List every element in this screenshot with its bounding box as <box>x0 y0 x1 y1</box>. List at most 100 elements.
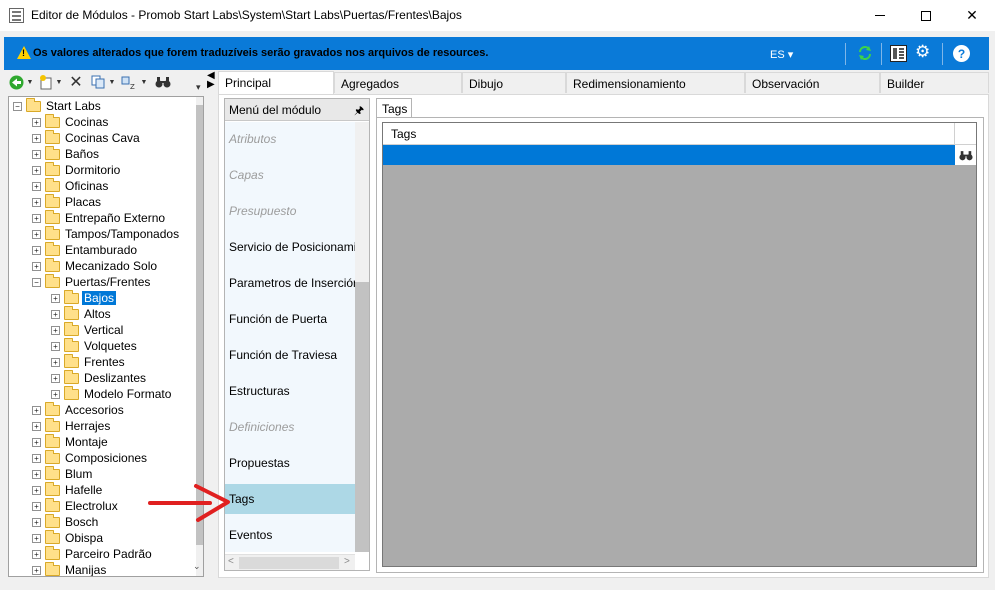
tree-item-label[interactable]: Placas <box>63 195 103 209</box>
tree-child-item[interactable]: + Volquetes <box>51 337 139 354</box>
expand-icon[interactable]: + <box>32 133 41 143</box>
tree-item-label[interactable]: Deslizantes <box>82 371 148 385</box>
expand-icon[interactable]: + <box>32 549 41 559</box>
tree-child-item[interactable]: + Altos <box>51 305 113 322</box>
copy-dropdown-icon[interactable]: ▼ <box>108 74 116 90</box>
expand-icon[interactable]: + <box>32 229 41 239</box>
expand-icon[interactable]: + <box>51 325 60 335</box>
menu-scrollbar-thumb[interactable] <box>355 282 369 552</box>
tree-item[interactable]: + Entrepaño Externo <box>32 209 167 226</box>
tree-item-label[interactable]: Entamburado <box>63 243 139 257</box>
binoculars-icon[interactable] <box>955 145 976 165</box>
tree-root-item[interactable]: − Start Labs <box>13 97 103 114</box>
tree-item[interactable]: + Accesorios <box>32 401 126 418</box>
menu-item-servicio-de-posicionamiento[interactable]: Servicio de Posicionamiento <box>225 232 355 262</box>
tree-item-label[interactable]: Hafelle <box>63 483 104 497</box>
expand-icon[interactable]: + <box>51 373 60 383</box>
tree-item-label[interactable]: Baños <box>63 147 101 161</box>
tree-item-label[interactable]: Entrepaño Externo <box>63 211 167 225</box>
tab-principal[interactable]: Principal <box>218 71 334 94</box>
tree-item[interactable]: − Puertas/Frentes <box>32 273 152 290</box>
expand-icon[interactable]: + <box>32 517 41 527</box>
copy-icon[interactable] <box>90 74 106 90</box>
tree-item-label[interactable]: Cocinas Cava <box>63 131 142 145</box>
tree-item[interactable]: + Blum <box>32 465 94 482</box>
tree-item[interactable]: + Dormitorio <box>32 161 122 178</box>
tree-item-label[interactable]: Accesorios <box>63 403 126 417</box>
tree-item[interactable]: + Mecanizado Solo <box>32 257 159 274</box>
expand-icon[interactable]: + <box>51 357 60 367</box>
tree-item-label[interactable]: Volquetes <box>82 339 139 353</box>
expand-icon[interactable]: + <box>32 149 41 159</box>
tree-child-item[interactable]: + Deslizantes <box>51 369 148 386</box>
menu-item-propuestas[interactable]: Propuestas <box>225 448 355 478</box>
tree-item-label[interactable]: Herrajes <box>63 419 112 433</box>
language-select[interactable]: ES ▾ <box>770 48 793 61</box>
tree-item[interactable]: + Hafelle <box>32 481 104 498</box>
tree-item-label[interactable]: Parceiro Padrão <box>63 547 154 561</box>
expand-icon[interactable]: + <box>32 213 41 223</box>
layout-icon[interactable] <box>890 45 907 62</box>
expand-icon[interactable]: + <box>32 405 41 415</box>
tree-item-label[interactable]: Cocinas <box>63 115 110 129</box>
new-dropdown-icon[interactable]: ▼ <box>55 74 63 90</box>
tree-item[interactable]: + Oficinas <box>32 177 110 194</box>
tree-item[interactable]: + Tampos/Tamponados <box>32 225 181 242</box>
menu-horizontal-thumb[interactable] <box>239 557 339 569</box>
find-icon[interactable] <box>154 74 172 90</box>
tree-item-label[interactable]: Start Labs <box>44 99 103 113</box>
expand-icon[interactable]: + <box>32 453 41 463</box>
tree-item[interactable]: + Composiciones <box>32 449 149 466</box>
tags-grid-row[interactable] <box>383 145 955 165</box>
tree-item-label[interactable]: Electrolux <box>63 499 120 513</box>
tree-child-item[interactable]: + Vertical <box>51 321 125 338</box>
tree-item-label[interactable]: Tampos/Tamponados <box>63 227 181 241</box>
back-icon[interactable] <box>8 74 24 90</box>
expand-icon[interactable]: + <box>32 261 41 271</box>
tree-item[interactable]: + Obispa <box>32 529 105 546</box>
expand-icon[interactable]: + <box>32 469 41 479</box>
tab-builder[interactable]: Builder <box>880 72 989 93</box>
tree-item-label[interactable]: Oficinas <box>63 179 110 193</box>
tree-child-item[interactable]: + Frentes <box>51 353 127 370</box>
tab-redimensionamiento[interactable]: Redimensionamiento <box>566 72 745 93</box>
expand-icon[interactable]: + <box>51 389 60 399</box>
new-item-icon[interactable] <box>38 74 54 90</box>
tree-item[interactable]: + Entamburado <box>32 241 139 258</box>
menu-item-funcion-de-traviesa[interactable]: Función de Traviesa <box>225 340 355 370</box>
menu-item-eventos[interactable]: Eventos <box>225 520 355 550</box>
tree-item-label[interactable]: Vertical <box>82 323 125 337</box>
toolbar-overflow-icon[interactable]: ▾ <box>196 82 201 93</box>
menu-scrollbar[interactable] <box>355 122 369 552</box>
expand-icon[interactable]: + <box>51 341 60 351</box>
settings-icon[interactable]: ⚙ <box>915 43 930 60</box>
expand-icon[interactable]: + <box>51 293 60 303</box>
tree-item-label[interactable]: Puertas/Frentes <box>63 275 152 289</box>
tree-item[interactable]: + Montaje <box>32 433 110 450</box>
tree-item-label[interactable]: Bosch <box>63 515 100 529</box>
expand-icon[interactable]: + <box>32 565 41 575</box>
tree-item-label[interactable]: Mecanizado Solo <box>63 259 159 273</box>
sort-dropdown-icon[interactable]: ▼ <box>140 74 148 90</box>
tree-item-label[interactable]: Frentes <box>82 355 127 369</box>
expand-icon[interactable]: + <box>32 485 41 495</box>
tree-item[interactable]: + Herrajes <box>32 417 112 434</box>
close-button[interactable]: ✕ <box>949 0 995 31</box>
tree-item[interactable]: + Cocinas Cava <box>32 129 142 146</box>
tree-item[interactable]: + Manijas <box>32 561 108 576</box>
menu-item-parametros-de-insercion[interactable]: Parametros de Inserción <box>225 268 355 298</box>
tree-item-label[interactable]: Montaje <box>63 435 110 449</box>
help-icon[interactable]: ? <box>953 45 970 62</box>
tree-item-label[interactable]: Composiciones <box>63 451 149 465</box>
scroll-right-icon[interactable]: > <box>344 556 350 567</box>
tree-item[interactable]: + Placas <box>32 193 103 210</box>
tree-item-label[interactable]: Modelo Formato <box>82 387 173 401</box>
tree-item-label[interactable]: Altos <box>82 307 113 321</box>
tree-item-label[interactable]: Manijas <box>63 563 108 576</box>
expand-icon[interactable]: + <box>32 421 41 431</box>
menu-horizontal-scrollbar[interactable]: < > <box>225 554 355 570</box>
menu-item-funcion-de-puerta[interactable]: Función de Puerta <box>225 304 355 334</box>
tree-item-label[interactable]: Blum <box>63 467 94 481</box>
tree-item-label[interactable]: Bajos <box>82 291 117 305</box>
tree-item[interactable]: + Parceiro Padrão <box>32 545 154 562</box>
